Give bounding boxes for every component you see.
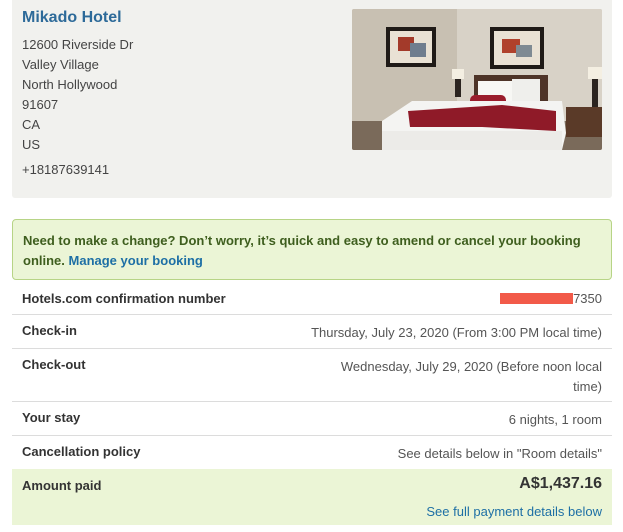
hotel-name-link[interactable]: Mikado Hotel <box>22 9 122 27</box>
stay-value: 6 nights, 1 room <box>508 412 602 427</box>
checkin-value: Thursday, July 23, 2020 (From 3:00 PM lo… <box>311 325 602 340</box>
amount-paid-label: Amount paid <box>22 478 102 493</box>
redaction-bar <box>500 293 574 304</box>
checkout-value: Wednesday, July 29, 2020 (Before noon lo… <box>341 357 602 397</box>
amount-paid-row: Amount paid A$1,437.16 See full payment … <box>12 469 612 525</box>
confirmation-value: 7350 <box>500 289 602 309</box>
checkout-row: Check-out Wednesday, July 29, 2020 (Befo… <box>12 349 612 402</box>
checkin-row: Check-in Thursday, July 23, 2020 (From 3… <box>12 315 612 349</box>
cancellation-value: See details below in "Room details" <box>397 446 602 461</box>
confirmation-label: Hotels.com confirmation number <box>22 291 226 306</box>
address-country: US <box>22 137 41 152</box>
address-locality: Valley Village <box>22 57 99 72</box>
confirmation-row: Hotels.com confirmation number 7350 <box>12 283 612 315</box>
address-street: 12600 Riverside Dr <box>22 37 134 52</box>
manage-booking-link[interactable]: Manage your booking <box>69 253 203 268</box>
hotel-room-photo <box>352 9 602 150</box>
address-city: North Hollywood <box>22 77 118 92</box>
checkin-label: Check-in <box>22 323 77 338</box>
address-postcode: 91607 <box>22 97 59 112</box>
payment-details-link[interactable]: See full payment details below <box>426 504 602 519</box>
checkout-value-line1: Wednesday, July 29, 2020 (Before noon lo… <box>340 359 602 374</box>
cancellation-label: Cancellation policy <box>22 444 141 459</box>
cancellation-row: Cancellation policy See details below in… <box>12 436 612 469</box>
stay-label: Your stay <box>22 410 81 425</box>
hotel-phone: +18187639141 <box>22 162 110 177</box>
stay-row: Your stay 6 nights, 1 room <box>12 402 612 436</box>
amend-booking-notice: Need to make a change? Don’t worry, it’s… <box>12 219 612 280</box>
hotel-card: Mikado Hotel 12600 Riverside Dr Valley V… <box>12 0 612 198</box>
checkout-label: Check-out <box>22 357 86 372</box>
address-state: CA <box>22 117 41 132</box>
confirmation-number-suffix: 7350 <box>573 291 602 306</box>
amount-paid-value: A$1,437.16 <box>519 475 602 492</box>
checkout-value-line2: time) <box>573 379 602 394</box>
